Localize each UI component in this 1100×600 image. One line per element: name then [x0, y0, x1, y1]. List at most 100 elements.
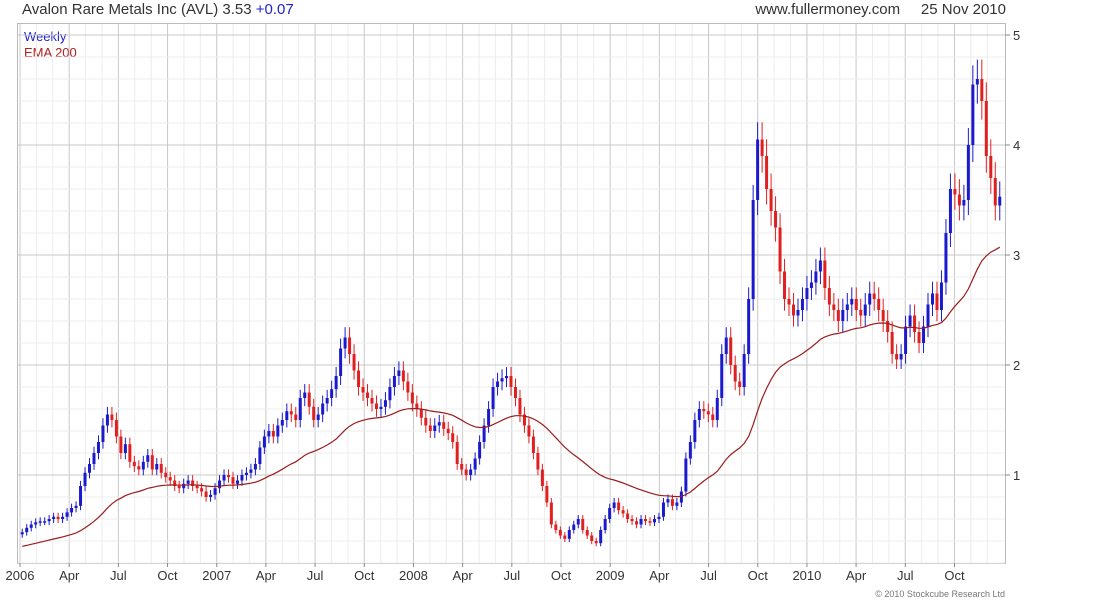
- candle-body: [778, 227, 782, 272]
- candle-body: [186, 480, 190, 484]
- candle-body: [626, 513, 630, 519]
- candle-body: [962, 200, 966, 206]
- candle-111: [518, 389, 522, 423]
- candle-body: [953, 189, 957, 195]
- candle-9: [61, 512, 65, 523]
- candle-body: [276, 425, 280, 437]
- candle-body: [258, 447, 262, 464]
- candle-197: [904, 315, 908, 364]
- candle-body: [357, 370, 361, 387]
- candle-body: [684, 458, 688, 492]
- candle-body: [693, 420, 697, 442]
- candle-body: [702, 409, 706, 412]
- candle-body: [895, 354, 899, 360]
- candle-74: [352, 344, 356, 380]
- candle-body: [141, 461, 145, 470]
- candle-body: [164, 472, 168, 478]
- candle-body: [105, 414, 109, 426]
- candle-13: [79, 480, 83, 511]
- candle-body: [612, 502, 616, 508]
- candle-49: [240, 469, 244, 486]
- candle-213: [975, 59, 979, 104]
- candle-body: [531, 436, 535, 453]
- candle-118: [549, 497, 553, 529]
- candle-110: [513, 378, 517, 407]
- candle-body: [563, 535, 567, 539]
- candle-body: [585, 530, 589, 536]
- candle-125: [581, 515, 585, 534]
- candle-body: [132, 461, 136, 467]
- candle-34: [173, 475, 177, 492]
- candle-body: [841, 310, 845, 321]
- candle-108: [505, 367, 509, 388]
- candle-60: [289, 403, 293, 423]
- candle-body: [505, 376, 509, 379]
- candle-48: [235, 475, 239, 489]
- candle-body: [765, 156, 769, 189]
- candle-178: [818, 247, 822, 285]
- candle-200: [917, 321, 921, 354]
- candle-body: [146, 455, 150, 462]
- candle-122: [567, 526, 571, 543]
- candle-217: [993, 162, 997, 221]
- candle-164: [756, 122, 760, 216]
- candle-170: [783, 258, 787, 311]
- candle-45: [222, 469, 226, 486]
- candle-body: [79, 486, 83, 506]
- candle-21: [114, 412, 118, 444]
- candle-body: [96, 442, 100, 453]
- candle-66: [316, 406, 320, 428]
- candle-58: [280, 412, 284, 433]
- candle-body: [74, 505, 78, 508]
- candle-body: [487, 409, 491, 426]
- candle-46: [227, 469, 231, 483]
- candle-body: [590, 535, 594, 541]
- candle-100: [469, 463, 473, 481]
- candle-189: [868, 281, 872, 316]
- candle-body: [572, 524, 576, 530]
- candle-body: [715, 398, 719, 420]
- x-tick-label-5: Apr: [256, 568, 277, 583]
- candle-73: [348, 327, 352, 364]
- candle-82: [388, 378, 392, 409]
- candle-132: [612, 497, 616, 513]
- candle-body: [303, 392, 307, 398]
- candle-body: [227, 475, 231, 478]
- candle-body: [383, 400, 387, 407]
- candle-24: [128, 437, 132, 468]
- candle-210: [962, 184, 966, 221]
- candle-body: [294, 414, 298, 420]
- candle-33: [168, 471, 172, 486]
- candle-106: [496, 372, 500, 396]
- candle-body: [845, 304, 849, 310]
- x-tick-label-4: 2007: [202, 568, 231, 583]
- candle-body: [321, 403, 325, 415]
- candle-156: [720, 344, 724, 407]
- y-tick-label-3: 4: [1013, 138, 1020, 153]
- candle-body: [249, 469, 253, 473]
- candle-body: [922, 326, 926, 343]
- candle-72: [343, 327, 347, 359]
- candle-body: [917, 332, 921, 343]
- candle-body: [460, 464, 464, 470]
- candle-body: [805, 288, 809, 299]
- candle-25: [132, 455, 136, 473]
- candle-112: [522, 406, 526, 433]
- candle-12: [74, 501, 78, 513]
- candle-209: [957, 179, 961, 221]
- candle-169: [778, 213, 782, 285]
- candle-body: [913, 315, 917, 332]
- candle-27: [141, 455, 145, 476]
- candle-body: [540, 469, 544, 486]
- candle-body: [854, 299, 858, 310]
- candle-133: [617, 497, 621, 515]
- candle-92: [433, 418, 437, 439]
- candle-body: [608, 508, 612, 519]
- copyright-note: © 2010 Stockcube Research Ltd: [875, 589, 1005, 599]
- candle-body: [469, 469, 473, 475]
- candle-body: [312, 406, 316, 420]
- candle-body: [545, 486, 549, 503]
- x-tick-label-8: 2008: [399, 568, 428, 583]
- candle-136: [630, 515, 634, 526]
- candle-body: [446, 428, 450, 434]
